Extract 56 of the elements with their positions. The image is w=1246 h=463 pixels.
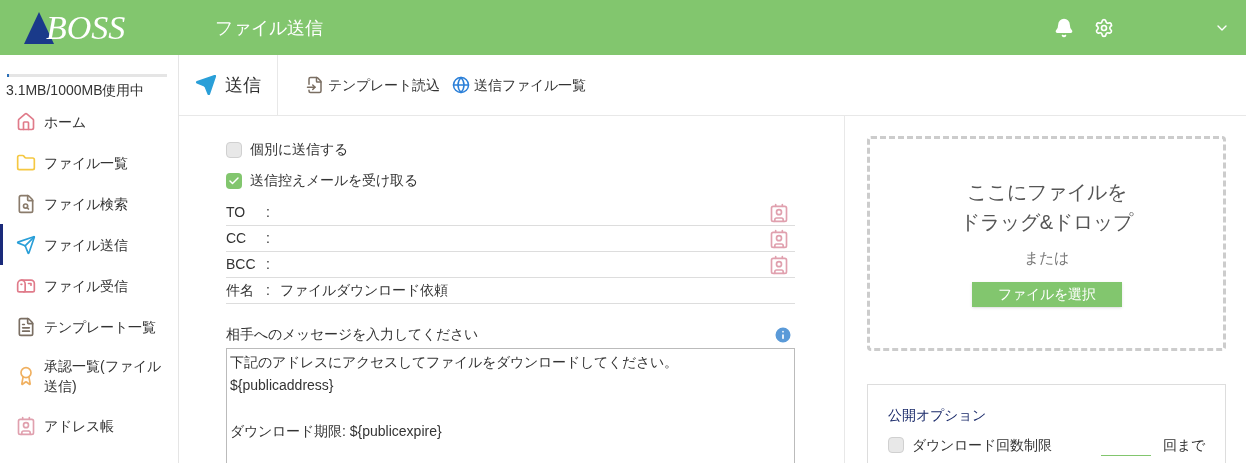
sidebar-item[interactable]: 承認一覧(ファイル送信) <box>0 347 178 405</box>
settings-icon[interactable] <box>1094 17 1114 38</box>
checkbox-label: 送信控えメールを受け取る <box>250 171 418 190</box>
field-label: CC <box>226 229 248 248</box>
drop-zone-text: ドラッグ&ドロップ <box>959 210 1134 235</box>
drop-zone[interactable]: ここにファイルを ドラッグ&ドロップ または ファイルを選択 <box>867 136 1226 351</box>
sidebar-item[interactable]: ホーム <box>0 101 178 142</box>
field-label: TO <box>226 203 247 222</box>
sidebar-item[interactable]: テンプレート一覧 <box>0 306 178 347</box>
subject-field[interactable]: 件名 : ファイルダウンロード依頼 <box>226 278 795 304</box>
sidebar-item[interactable]: ファイル受信 <box>0 265 178 306</box>
globe-icon <box>452 76 470 94</box>
address-book-icon[interactable] <box>769 202 789 223</box>
field-colon: : <box>266 255 271 274</box>
paper-plane-icon <box>16 234 36 255</box>
count-suffix: 回まで <box>1163 435 1205 455</box>
home-icon <box>16 111 36 132</box>
checkbox[interactable] <box>226 141 242 158</box>
document-icon <box>16 316 36 337</box>
drop-zone-text: ここにファイルを <box>966 180 1127 205</box>
or-text: または <box>1024 248 1069 268</box>
send-button[interactable]: 送信 <box>179 55 278 115</box>
recipient-field[interactable]: CC : <box>226 226 795 252</box>
check-icon <box>228 174 240 187</box>
info-icon[interactable] <box>773 324 793 345</box>
subject-value: ファイルダウンロード依頼 <box>280 281 448 300</box>
paper-plane-icon <box>195 74 217 96</box>
sidebar-item[interactable]: ファイル一覧 <box>0 142 178 183</box>
field-colon: : <box>266 281 271 300</box>
sidebar-item[interactable]: ファイル検索 <box>0 183 178 224</box>
storage-usage: 3.1MB/1000MB使用中 <box>6 81 146 100</box>
address-book-icon[interactable] <box>769 228 789 249</box>
sidebar-item[interactable]: アドレス帳 <box>0 405 178 446</box>
sent-files-button[interactable]: 送信ファイル一覧 <box>452 74 586 96</box>
checkbox[interactable] <box>226 172 242 189</box>
recipient-field[interactable]: TO : <box>226 200 795 226</box>
field-label: 件名 <box>226 281 255 300</box>
logo: BOSS <box>46 10 126 45</box>
checkbox[interactable] <box>888 437 904 453</box>
message-field[interactable]: 下記のアドレスにアクセスしてファイルをダウンロードしてください。 ${publicaddress} ダウンロード期限: ${publicexpire} <box>226 348 795 463</box>
checkbox-label: ダウンロード回数制限 <box>912 435 1052 455</box>
field-label: BCC <box>226 255 257 274</box>
document-search-icon <box>16 193 36 214</box>
contact-card-icon <box>16 415 36 436</box>
page-title: ファイル送信 <box>215 16 323 40</box>
recipient-field[interactable]: BCC : <box>226 252 795 278</box>
field-colon: : <box>266 203 271 222</box>
checkbox-label: 個別に送信する <box>250 140 348 159</box>
message-label: 相手へのメッセージを入力してください <box>226 325 478 344</box>
card-title: 公開オプション <box>888 406 987 425</box>
address-book-icon[interactable] <box>769 254 789 275</box>
document-arrow-icon <box>306 76 324 94</box>
load-template-button[interactable]: テンプレート読込 <box>306 74 440 96</box>
notification-icon[interactable] <box>1054 17 1074 38</box>
folder-icon <box>16 152 36 173</box>
field-colon: : <box>266 229 271 248</box>
